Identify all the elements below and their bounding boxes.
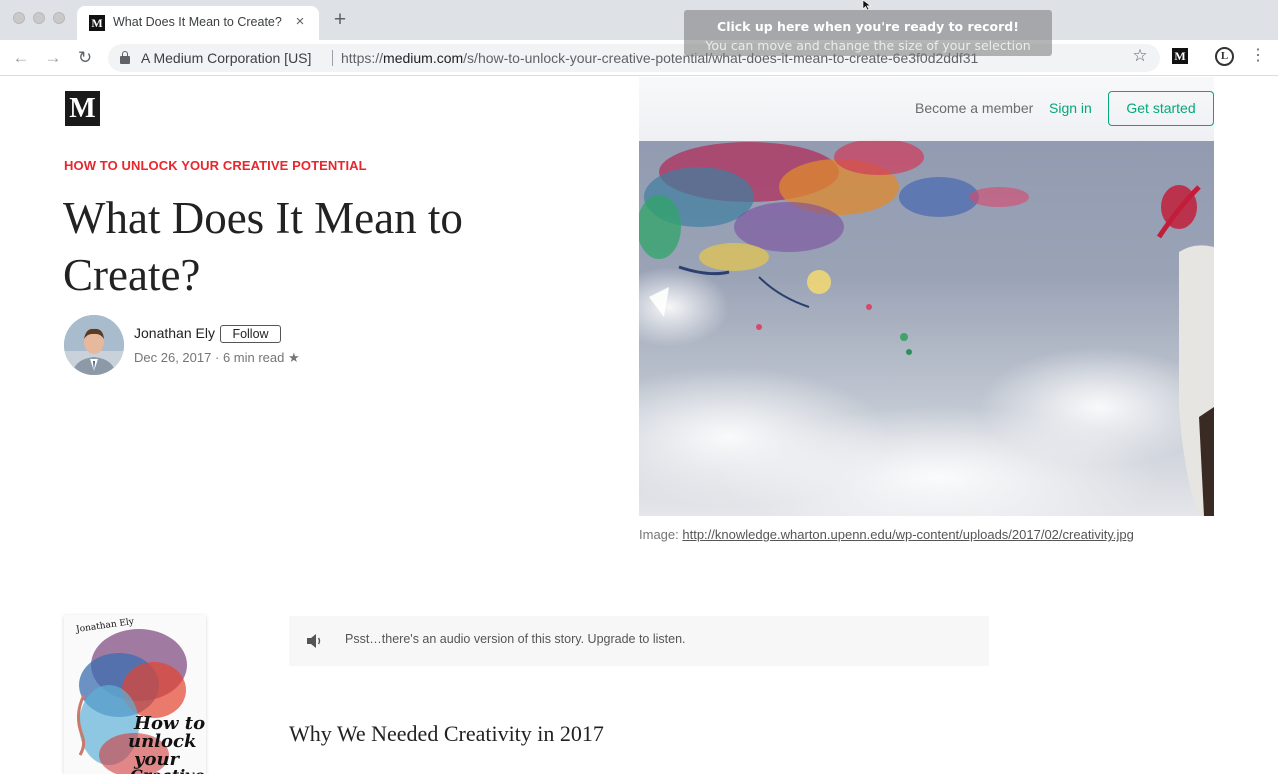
window-close-button[interactable]	[13, 12, 25, 24]
profile-extension-icon[interactable]: L	[1215, 47, 1234, 66]
caption-prefix: Image:	[639, 527, 683, 542]
new-tab-button[interactable]: +	[330, 9, 350, 31]
mouse-cursor-icon	[862, 0, 872, 10]
hero-image	[639, 77, 1214, 516]
medium-favicon-icon: M	[89, 15, 105, 31]
image-caption: Image: http://knowledge.wharton.upenn.ed…	[639, 527, 1134, 542]
get-started-button[interactable]: Get started	[1108, 91, 1214, 126]
url-divider	[332, 50, 333, 66]
book-title-line4: Creative	[130, 766, 205, 774]
recorder-overlay[interactable]: Click up here when you're ready to recor…	[684, 10, 1052, 56]
audio-upsell-text: Psst…there's an audio version of this st…	[345, 632, 686, 646]
byline-separator: ·	[214, 350, 220, 365]
read-time: 6 min read	[222, 350, 285, 365]
author-name[interactable]: Jonathan Ely	[134, 325, 215, 341]
publish-date: Dec 26, 2017	[134, 350, 212, 365]
recorder-prompt: Click up here when you're ready to recor…	[717, 19, 1019, 34]
medium-extension-icon[interactable]: M	[1172, 48, 1188, 64]
section-heading: Why We Needed Creativity in 2017	[289, 721, 604, 746]
author-avatar[interactable]	[64, 315, 124, 375]
book-cover-image[interactable]: Jonathan Ely How to unlock your Creative	[64, 615, 206, 774]
window-minimize-button[interactable]	[33, 12, 45, 24]
bookmark-star-icon[interactable]: ☆	[1130, 46, 1150, 66]
certificate-name: A Medium Corporation [US]	[141, 50, 312, 66]
browser-tab-bar: M What Does It Mean to Create? × +	[0, 0, 1278, 40]
caption-link[interactable]: http://knowledge.wharton.upenn.edu/wp-co…	[682, 527, 1133, 542]
browser-toolbar: ← → ↻ A Medium Corporation [US] https://…	[0, 40, 1278, 76]
reload-icon[interactable]: ↻	[72, 45, 98, 71]
back-arrow-icon[interactable]: ←	[8, 45, 34, 71]
browser-tab-active[interactable]: M What Does It Mean to Create? ×	[77, 6, 319, 40]
lock-icon[interactable]	[120, 51, 130, 64]
member-star-icon: ★	[287, 350, 300, 365]
medium-logo[interactable]: M	[65, 91, 100, 126]
forward-arrow-icon[interactable]: →	[40, 45, 66, 71]
publication-kicker[interactable]: HOW TO UNLOCK YOUR CREATIVE POTENTIAL	[64, 158, 367, 173]
tab-close-icon[interactable]: ×	[291, 13, 309, 31]
tab-title: What Does It Mean to Create?	[113, 15, 282, 29]
become-member-link[interactable]: Become a member	[915, 100, 1033, 116]
article-title: What Does It Mean to Create?	[63, 193, 463, 300]
article-byline: Dec 26, 2017 · 6 min read ★	[134, 350, 300, 366]
sign-in-link[interactable]: Sign in	[1049, 100, 1092, 116]
follow-button[interactable]: Follow	[220, 325, 281, 343]
recorder-hint: You can move and change the size of your…	[705, 38, 1031, 53]
audio-upsell-bar[interactable]: Psst…there's an audio version of this st…	[289, 616, 989, 666]
speaker-icon	[307, 634, 321, 648]
browser-menu-icon[interactable]: ⋮	[1250, 46, 1266, 66]
window-zoom-button[interactable]	[53, 12, 65, 24]
